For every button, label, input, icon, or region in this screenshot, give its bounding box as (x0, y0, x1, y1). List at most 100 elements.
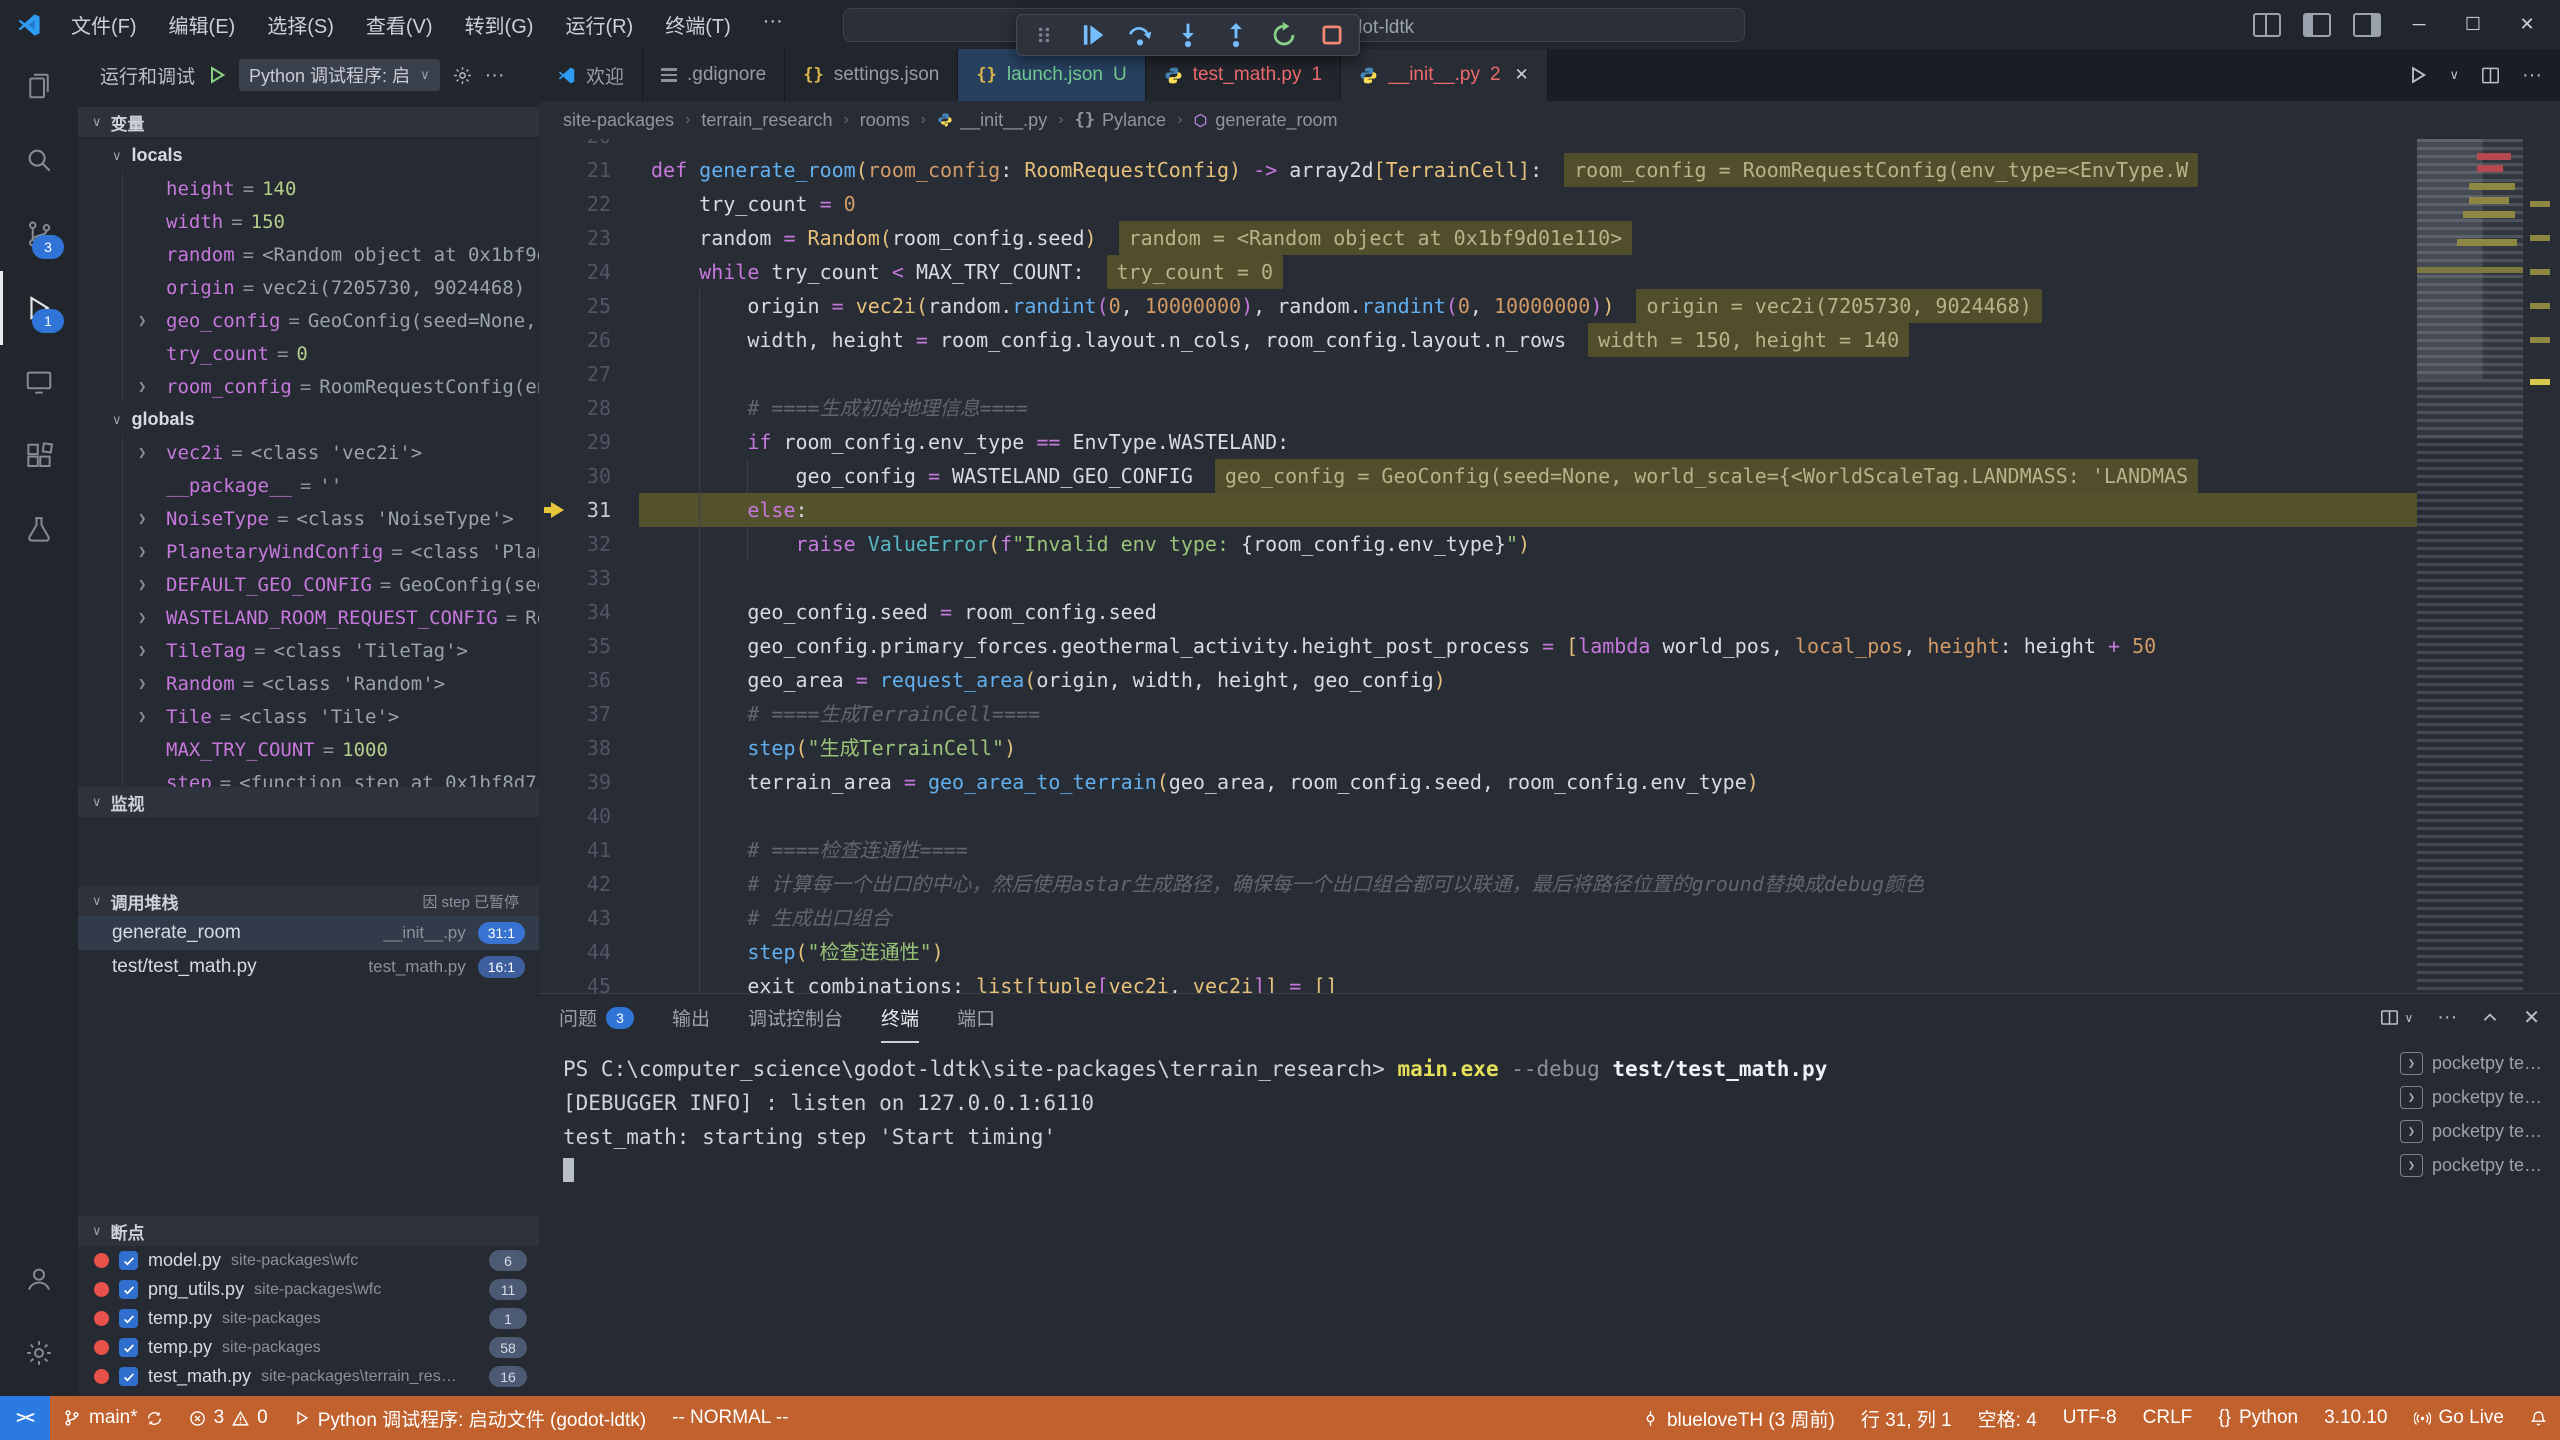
chevron-right-icon[interactable]: ❯ (138, 544, 146, 560)
variable-row[interactable]: ❯room_config=RoomRequestConfig(env_t… (78, 370, 539, 403)
close-button[interactable]: ✕ (2504, 0, 2550, 49)
close-panel-icon[interactable]: ✕ (2523, 1005, 2540, 1030)
breadcrumb-item[interactable]: {}Pylance (1075, 110, 1167, 131)
variable-row[interactable]: ❯WASTELAND_ROOM_REQUEST_CONFIG=RoomR… (78, 601, 539, 634)
watch-section-header[interactable]: ∨ 监视 (78, 787, 539, 817)
sidebar-item-extensions[interactable] (0, 419, 78, 493)
variable-row[interactable]: ❯geo_config=GeoConfig(seed=None, wor… (78, 304, 539, 337)
toolbar-drag-handle[interactable] (1031, 22, 1057, 48)
terminal-instance[interactable]: ❯pocketpy te… (2394, 1148, 2556, 1182)
tab-.gdignore[interactable]: .gdignore (643, 49, 785, 101)
breakpoint-checkbox[interactable] (119, 1367, 138, 1386)
variable-row[interactable]: ❯TileTag=<class 'TileTag'> (78, 634, 539, 667)
sidebar-item-source-control[interactable]: 3 (0, 197, 78, 271)
panel-tab-端口[interactable]: 端口 (957, 994, 995, 1043)
variable-row[interactable]: ❯DEFAULT_GEO_CONFIG=GeoConfig(seed=1… (78, 568, 539, 601)
variable-row[interactable]: origin=vec2i(7205730, 9024468) (78, 271, 539, 304)
breakpoint-row[interactable]: model.pysite-packages\wfc6 (78, 1246, 539, 1275)
stack-frame[interactable]: generate_room__init__.py31:1 (78, 916, 539, 950)
debug-step-over-icon[interactable] (1127, 22, 1153, 48)
breakpoint-row[interactable]: temp.pysite-packages1 (78, 1304, 539, 1333)
breakpoint-row[interactable]: test_math.pysite-packages\terrain_res…16 (78, 1362, 539, 1391)
variables-section-header[interactable]: ∨ 变量 (78, 107, 539, 137)
code-line-37[interactable]: 37 # ====生成TerrainCell==== (539, 697, 2417, 731)
code-line-24[interactable]: 24 while try_count < MAX_TRY_COUNT:try_c… (539, 255, 2417, 289)
menu-item-1[interactable]: 文件(F) (56, 5, 152, 44)
gear-icon[interactable] (452, 65, 473, 86)
panel-tab-终端[interactable]: 终端 (881, 994, 919, 1043)
panel-tab-问题[interactable]: 问题3 (559, 994, 634, 1043)
code-line-21[interactable]: 21def generate_room(room_config: RoomReq… (539, 153, 2417, 187)
code-line-32[interactable]: 32 raise ValueError(f"Invalid env type: … (539, 527, 2417, 561)
code-line-34[interactable]: 34 geo_config.seed = room_config.seed (539, 595, 2417, 629)
chevron-right-icon[interactable]: ❯ (138, 643, 146, 659)
breakpoints-section-header[interactable]: ∨ 断点 (78, 1216, 539, 1246)
breadcrumb-item[interactable]: rooms (860, 110, 910, 131)
code-line-25[interactable]: 25 origin = vec2i(random.randint(0, 1000… (539, 289, 2417, 323)
callstack-section-header[interactable]: ∨ 调用堆栈 因 step 已暂停 (78, 886, 539, 916)
code-line-42[interactable]: 42 # 计算每一个出口的中心，然后使用astar生成路径，确保每一个出口组合都… (539, 867, 2417, 901)
terminal-instance[interactable]: ❯pocketpy te… (2394, 1046, 2556, 1080)
terminal-instance[interactable]: ❯pocketpy te… (2394, 1114, 2556, 1148)
code-line-38[interactable]: 38 step("生成TerrainCell") (539, 731, 2417, 765)
breakpoint-row[interactable]: png_utils.pysite-packages\wfc11 (78, 1275, 539, 1304)
debug-restart-icon[interactable] (1271, 22, 1297, 48)
tab-__init__.py[interactable]: __init__.py2✕ (1341, 49, 1548, 101)
code-line-43[interactable]: 43 # 生成出口组合 (539, 901, 2417, 935)
chevron-right-icon[interactable]: ❯ (138, 676, 146, 692)
menu-item-4[interactable]: 查看(V) (351, 5, 448, 44)
variable-row[interactable]: height=140 (78, 172, 539, 205)
variable-row[interactable]: random=<Random object at 0x1bf9d01e… (78, 238, 539, 271)
sidebar-item-settings[interactable] (0, 1316, 78, 1390)
maximize-button[interactable]: ☐ (2450, 0, 2496, 49)
panel-tab-调试控制台[interactable]: 调试控制台 (748, 994, 843, 1043)
tab-test_math.py[interactable]: test_math.py1 (1146, 49, 1341, 101)
code-line-22[interactable]: 22 try_count = 0 (539, 187, 2417, 221)
code-line-29[interactable]: 29 if room_config.env_type == EnvType.WA… (539, 425, 2417, 459)
chevron-down-icon[interactable]: ∨ (2450, 67, 2460, 83)
tab-欢迎[interactable]: 欢迎 (539, 49, 643, 101)
variable-row[interactable]: ❯vec2i=<class 'vec2i'> (78, 436, 539, 469)
more-actions-icon[interactable]: ··· (485, 64, 505, 87)
menu-item-6[interactable]: 运行(R) (550, 5, 648, 44)
sidebar-item-testing[interactable] (0, 493, 78, 567)
breakpoint-checkbox[interactable] (119, 1309, 138, 1328)
code-line-27[interactable]: 27 (539, 357, 2417, 391)
code-line-45[interactable]: 45 exit_combinations: list[tuple[vec2i, … (539, 969, 2417, 993)
scope-globals[interactable]: ∨globals (78, 403, 539, 436)
code-line-30[interactable]: 30 geo_config = WASTELAND_GEO_CONFIGgeo_… (539, 459, 2417, 493)
breadcrumb-item[interactable]: site-packages (563, 110, 674, 131)
toggle-secondary-sidebar-icon[interactable] (2353, 13, 2381, 37)
menu-item-3[interactable]: 选择(S) (252, 5, 349, 44)
status-notifications[interactable] (2517, 1396, 2560, 1440)
code-editor[interactable]: 2021def generate_room(room_config: RoomR… (539, 139, 2417, 993)
menu-item-8[interactable]: ··· (748, 5, 798, 44)
status-cursor-position[interactable]: 行 31, 列 1 (1848, 1396, 1965, 1440)
terminal-output[interactable]: PS C:\computer_science\godot-ldtk\site-p… (563, 1052, 2385, 1388)
code-line-23[interactable]: 23 random = Random(room_config.seed)rand… (539, 221, 2417, 255)
stack-frame[interactable]: test/test_math.pytest_math.py16:1 (78, 950, 539, 984)
terminal-instance[interactable]: ❯pocketpy te… (2394, 1080, 2556, 1114)
code-line-31[interactable]: 31 else: (539, 493, 2417, 527)
scope-locals[interactable]: ∨locals (78, 139, 539, 172)
breadcrumb-item[interactable]: generate_room (1193, 110, 1337, 131)
variable-row[interactable]: ❯NoiseType=<class 'NoiseType'> (78, 502, 539, 535)
menu-item-2[interactable]: 编辑(E) (154, 5, 251, 44)
code-line-35[interactable]: 35 geo_config.primary_forces.geothermal_… (539, 629, 2417, 663)
breadcrumb-item[interactable]: terrain_research (701, 110, 832, 131)
run-file-icon[interactable] (2408, 65, 2428, 85)
breakpoint-checkbox[interactable] (119, 1338, 138, 1357)
chevron-right-icon[interactable]: ❯ (138, 577, 146, 593)
variable-row[interactable]: try_count=0 (78, 337, 539, 370)
status-encoding[interactable]: UTF-8 (2050, 1396, 2130, 1440)
split-editor-icon[interactable] (2481, 66, 2500, 85)
sidebar-item-account[interactable] (0, 1242, 78, 1316)
breadcrumb-item[interactable]: __init__.py (937, 110, 1047, 131)
variable-row[interactable]: __package__='' (78, 469, 539, 502)
chevron-right-icon[interactable]: ❯ (138, 313, 146, 329)
sidebar-item-explorer[interactable] (0, 49, 78, 123)
code-line-40[interactable]: 40 (539, 799, 2417, 833)
chevron-right-icon[interactable]: ❯ (138, 379, 146, 395)
variable-row[interactable]: MAX_TRY_COUNT=1000 (78, 733, 539, 766)
status-vim-mode[interactable]: -- NORMAL -- (659, 1396, 801, 1440)
